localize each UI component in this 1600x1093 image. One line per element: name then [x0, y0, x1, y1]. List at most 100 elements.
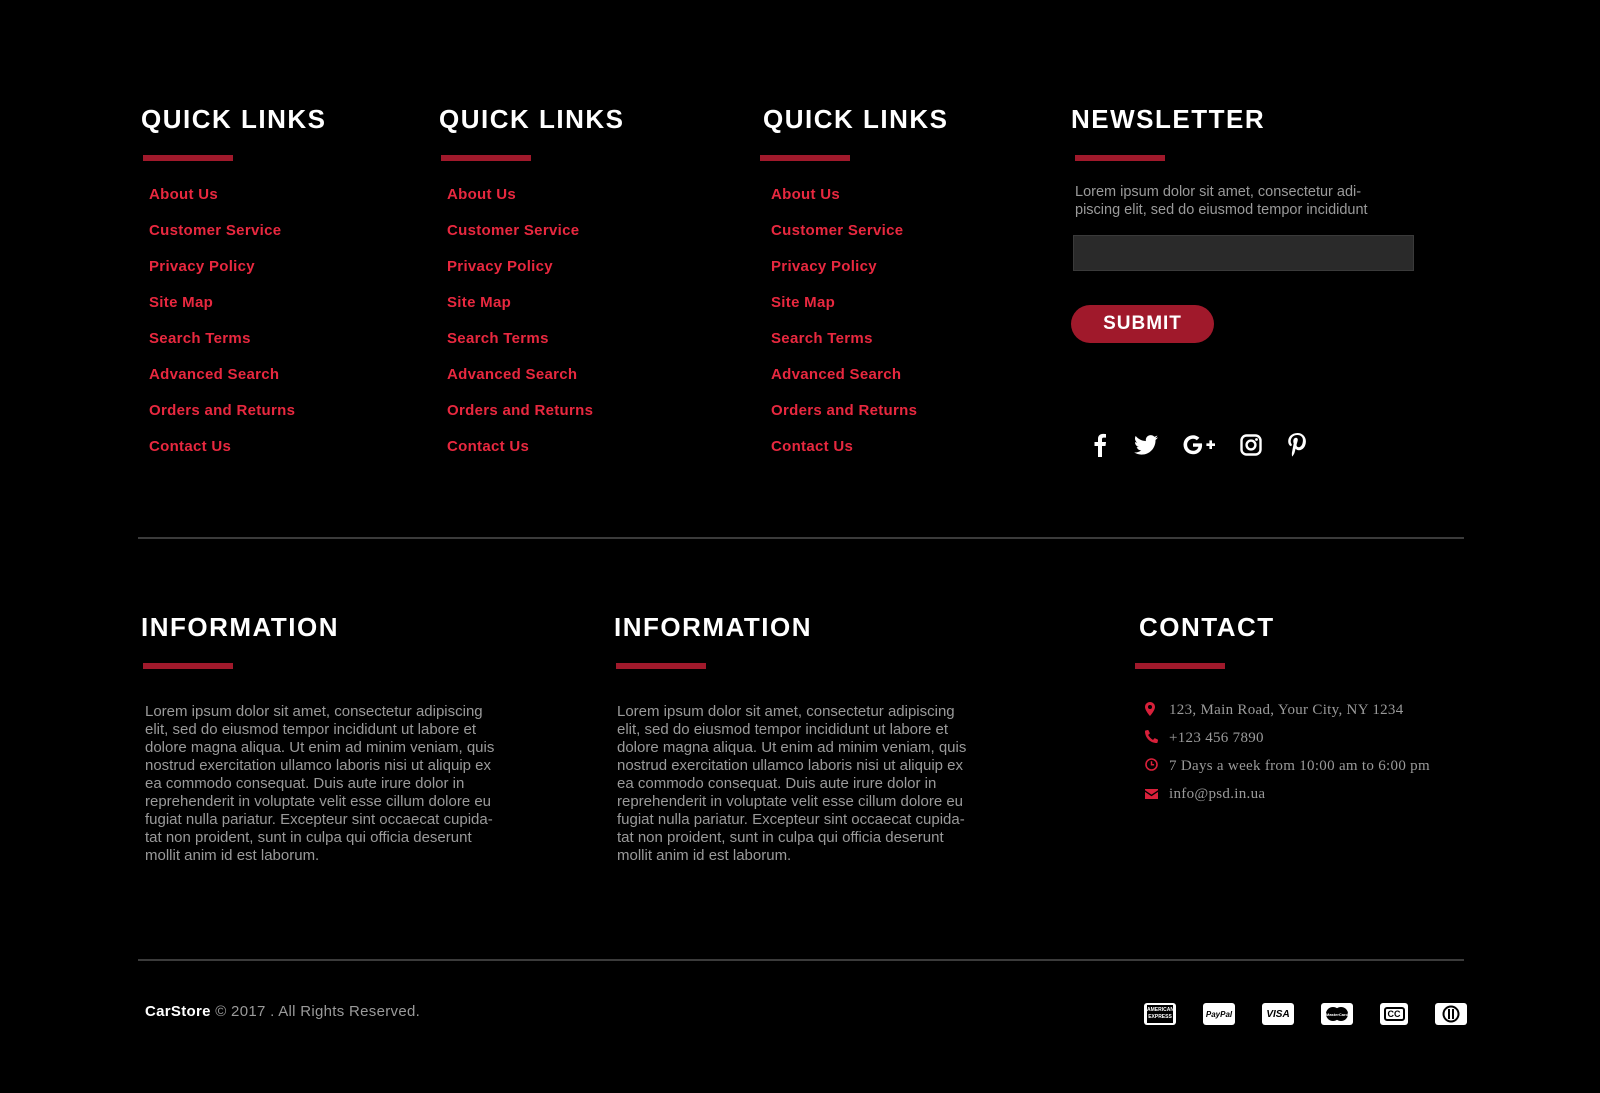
information-text: Lorem ipsum dolor sit amet, consectetur …: [617, 703, 1014, 865]
heading-underline: [1075, 155, 1165, 161]
contact-phone-text: +123 456 7890: [1169, 730, 1264, 746]
contact-phone: +123 456 7890: [1145, 729, 1579, 757]
information-text-line: mollit anim id est laborum.: [145, 847, 320, 864]
information-text: Lorem ipsum dolor sit amet, consectetur …: [145, 703, 541, 865]
link-customer-service[interactable]: Customer Service: [771, 221, 949, 257]
link-search-terms[interactable]: Search Terms: [771, 329, 949, 365]
map-pin-icon: [1145, 701, 1169, 716]
google-plus-icon[interactable]: [1182, 429, 1216, 461]
link-privacy-policy[interactable]: Privacy Policy: [771, 257, 949, 293]
contact-section: CONTACT 123, Main Road, Your City, NY 12…: [1135, 612, 1579, 813]
footer-divider: [138, 959, 1464, 961]
quick-links-heading: QUICK LINKS: [763, 104, 949, 134]
heading-underline: [1135, 663, 1225, 669]
newsletter-section: NEWSLETTER Lorem ipsum dolor sit amet, c…: [1071, 104, 1451, 461]
information-text-line: nostrud exercitation ullamco laboris nis…: [617, 757, 964, 774]
information-text-line: mollit anim id est laborum.: [617, 847, 792, 864]
link-contact-us[interactable]: Contact Us: [447, 437, 625, 473]
visa-label: VISA: [1266, 1008, 1290, 1020]
link-privacy-policy[interactable]: Privacy Policy: [447, 257, 625, 293]
quick-links-heading: QUICK LINKS: [439, 104, 625, 134]
information-text-line: Lorem ipsum dolor sit amet, consectetur …: [617, 703, 955, 720]
link-advanced-search[interactable]: Advanced Search: [771, 365, 949, 401]
contact-list: 123, Main Road, Your City, NY 1234 +123 …: [1145, 701, 1579, 813]
heading-underline: [143, 663, 233, 669]
information-text-line: fugiat nulla pariatur. Excepteur sint oc…: [617, 811, 965, 828]
link-about-us[interactable]: About Us: [149, 185, 327, 221]
instagram-icon[interactable]: [1240, 429, 1262, 461]
newsletter-heading: NEWSLETTER: [1071, 104, 1266, 134]
contact-hours: 7 Days a week from 10:00 am to 6:00 pm: [1145, 757, 1579, 785]
visa-icon: VISA: [1262, 1003, 1294, 1025]
quick-links-list: About Us Customer Service Privacy Policy…: [149, 185, 327, 473]
american-express-icon: AMERICAN EXPRESS: [1144, 1003, 1176, 1025]
social-icons: [1088, 429, 1451, 461]
payment-icons: AMERICAN EXPRESS PayPal VISA MasterCard …: [1117, 1003, 1467, 1025]
quick-links-list: About Us Customer Service Privacy Policy…: [771, 185, 949, 473]
quick-links-column-3: QUICK LINKS About Us Customer Service Pr…: [760, 104, 949, 473]
contact-address-text: 123, Main Road, Your City, NY 1234: [1169, 702, 1404, 718]
diners-club-icon: [1435, 1003, 1467, 1025]
information-column-2: INFORMATION Lorem ipsum dolor sit amet, …: [614, 612, 1014, 865]
information-text-line: tat non proident, sunt in culpa qui offi…: [617, 829, 944, 846]
link-advanced-search[interactable]: Advanced Search: [149, 365, 327, 401]
link-orders-and-returns[interactable]: Orders and Returns: [447, 401, 625, 437]
link-privacy-policy[interactable]: Privacy Policy: [149, 257, 327, 293]
link-about-us[interactable]: About Us: [771, 185, 949, 221]
information-text-line: ea commodo consequat. Duis aute irure do…: [145, 775, 465, 792]
pinterest-icon[interactable]: [1287, 429, 1307, 461]
copyright-text: © 2017 . All Rights Reserved.: [210, 1003, 421, 1020]
information-text-line: reprehenderit in voluptate velit esse ci…: [617, 793, 964, 810]
heading-underline: [441, 155, 531, 161]
twitter-icon[interactable]: [1134, 429, 1158, 461]
link-customer-service[interactable]: Customer Service: [447, 221, 625, 257]
copyright: CarStore © 2017 . All Rights Reserved.: [145, 1003, 420, 1020]
brand-name[interactable]: CarStore: [145, 1003, 211, 1020]
heading-underline: [616, 663, 706, 669]
link-advanced-search[interactable]: Advanced Search: [447, 365, 625, 401]
link-search-terms[interactable]: Search Terms: [447, 329, 625, 365]
contact-email: info@psd.in.ua: [1145, 785, 1579, 813]
heading-underline: [143, 155, 233, 161]
cc-label: CC: [1383, 1007, 1405, 1021]
information-text-line: ea commodo consequat. Duis aute irure do…: [617, 775, 937, 792]
facebook-icon[interactable]: [1088, 429, 1112, 461]
clock-icon: [1145, 757, 1169, 771]
contact-address: 123, Main Road, Your City, NY 1234: [1145, 701, 1579, 729]
envelope-icon: [1145, 785, 1169, 799]
section-divider: [138, 537, 1464, 539]
information-text-line: dolore magna aliqua. Ut enim ad minim ve…: [145, 739, 495, 756]
link-site-map[interactable]: Site Map: [447, 293, 625, 329]
link-contact-us[interactable]: Contact Us: [771, 437, 949, 473]
paypal-icon: PayPal: [1203, 1003, 1235, 1025]
link-orders-and-returns[interactable]: Orders and Returns: [771, 401, 949, 437]
link-site-map[interactable]: Site Map: [771, 293, 949, 329]
quick-links-column-1: QUICK LINKS About Us Customer Service Pr…: [141, 104, 327, 473]
information-text-line: Lorem ipsum dolor sit amet, consectetur …: [145, 703, 483, 720]
paypal-label: PayPal: [1205, 1009, 1233, 1019]
information-text-line: fugiat nulla pariatur. Excepteur sint oc…: [145, 811, 493, 828]
information-heading: INFORMATION: [141, 612, 339, 642]
newsletter-email-input[interactable]: [1073, 235, 1414, 271]
link-about-us[interactable]: About Us: [447, 185, 625, 221]
information-text-line: reprehenderit in voluptate velit esse ci…: [145, 793, 492, 810]
information-text-line: dolore magna aliqua. Ut enim ad minim ve…: [617, 739, 967, 756]
link-orders-and-returns[interactable]: Orders and Returns: [149, 401, 327, 437]
link-contact-us[interactable]: Contact Us: [149, 437, 327, 473]
heading-underline: [760, 155, 850, 161]
contact-email-text[interactable]: info@psd.in.ua: [1169, 785, 1265, 803]
link-search-terms[interactable]: Search Terms: [149, 329, 327, 365]
information-text-line: elit, sed do eiusmod tempor incididunt u…: [617, 721, 949, 738]
contact-hours-text: 7 Days a week from 10:00 am to 6:00 pm: [1169, 758, 1430, 774]
information-text-line: elit, sed do eiusmod tempor incididunt u…: [145, 721, 477, 738]
quick-links-list: About Us Customer Service Privacy Policy…: [447, 185, 625, 473]
information-heading: INFORMATION: [614, 612, 812, 642]
mastercard-icon: MasterCard: [1321, 1003, 1353, 1025]
newsletter-text-line: Lorem ipsum dolor sit amet, consectetur …: [1075, 184, 1362, 200]
information-text-line: nostrud exercitation ullamco laboris nis…: [145, 757, 492, 774]
newsletter-description: Lorem ipsum dolor sit amet, consectetur …: [1075, 183, 1451, 219]
link-customer-service[interactable]: Customer Service: [149, 221, 327, 257]
link-site-map[interactable]: Site Map: [149, 293, 327, 329]
cc-icon: CC: [1380, 1003, 1408, 1025]
submit-button[interactable]: SUBMIT: [1071, 305, 1214, 343]
